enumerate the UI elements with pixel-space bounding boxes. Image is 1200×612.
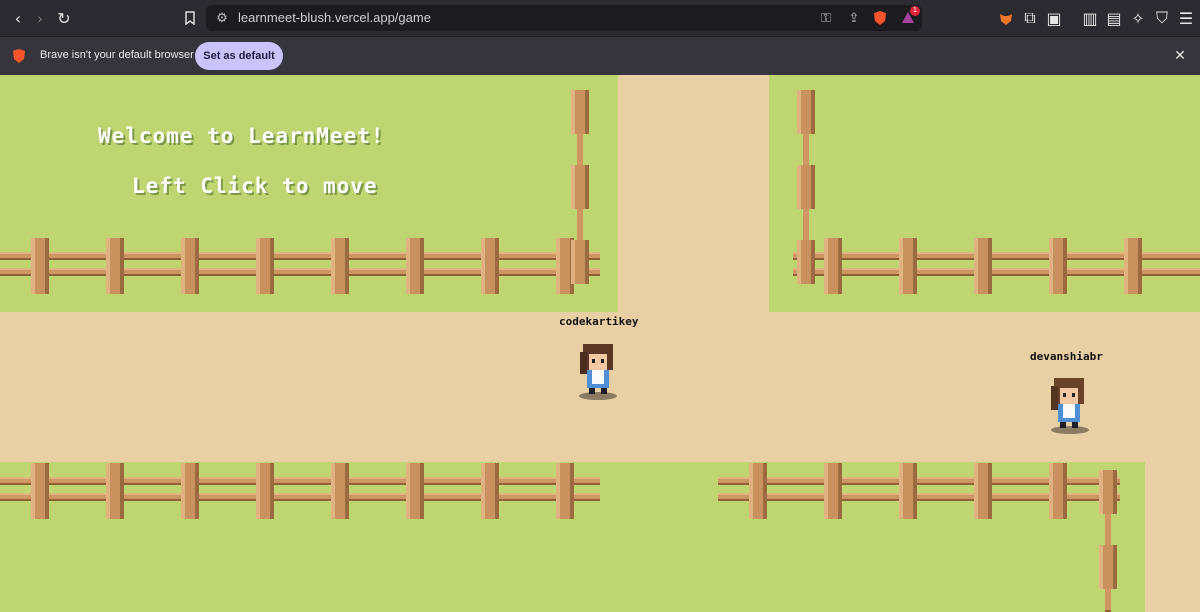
brave-shields-icon[interactable] xyxy=(870,8,890,28)
fence-post xyxy=(974,238,992,294)
brave-rewards-icon[interactable]: 1 xyxy=(898,6,920,28)
fence-rail xyxy=(0,268,600,276)
fence-post xyxy=(406,238,424,294)
browser-toolbar: ‹ › ↻ ⚙ learnmeet-blush.vercel.app/game … xyxy=(0,0,1200,37)
infobar-message: Brave isn't your default browser xyxy=(40,49,194,61)
fence-post xyxy=(824,238,842,294)
share-icon[interactable]: ⇪ xyxy=(844,8,864,28)
fence-post xyxy=(797,240,815,284)
close-icon[interactable]: ✕ xyxy=(1168,44,1192,68)
fence-post xyxy=(106,238,124,294)
wallet-fox-icon[interactable] xyxy=(994,6,1018,30)
brave-logo-icon xyxy=(12,48,26,69)
other-player-name: devanshiabr xyxy=(1030,350,1103,363)
address-bar[interactable]: ⚙ learnmeet-blush.vercel.app/game ⚿ ⇪ 1 xyxy=(206,5,922,31)
vpn-icon[interactable]: ⛉ xyxy=(1150,6,1174,30)
wallet-icon[interactable]: ▤ xyxy=(1102,6,1126,30)
fence-post xyxy=(899,463,917,519)
rewards-badge: 1 xyxy=(910,6,920,16)
fence-post xyxy=(974,463,992,519)
player-name: codekartikey xyxy=(559,315,639,328)
fence-post xyxy=(571,240,589,284)
fence-post xyxy=(181,463,199,519)
fence-post xyxy=(1099,470,1117,514)
tab-icon[interactable]: ▣ xyxy=(1042,6,1066,30)
back-icon[interactable]: ‹ xyxy=(6,6,30,30)
key-icon[interactable]: ⚿ xyxy=(816,8,836,28)
fence-post xyxy=(106,463,124,519)
sidebar-icon[interactable]: ▥ xyxy=(1078,6,1102,30)
other-player-avatar xyxy=(1046,372,1096,436)
player-avatar xyxy=(574,338,624,402)
fence-post xyxy=(1124,238,1142,294)
fence-post xyxy=(899,238,917,294)
fence-post xyxy=(1099,545,1117,589)
extensions-icon[interactable]: ⧉ xyxy=(1018,6,1042,30)
fence-post xyxy=(797,165,815,209)
fence-post xyxy=(256,238,274,294)
forward-icon[interactable]: › xyxy=(28,6,52,30)
site-settings-icon[interactable]: ⚙ xyxy=(212,8,232,28)
bookmark-icon[interactable] xyxy=(178,6,202,30)
url-text[interactable]: learnmeet-blush.vercel.app/game xyxy=(238,10,431,25)
hint-text: Left Click to move xyxy=(132,174,378,198)
fence-post xyxy=(331,463,349,519)
fence-post xyxy=(1049,463,1067,519)
game-canvas[interactable]: Welcome to LearnMeet! Left Click to move… xyxy=(0,75,1200,612)
fence-post xyxy=(181,238,199,294)
reload-icon[interactable]: ↻ xyxy=(52,6,76,30)
fence-rail xyxy=(0,252,600,260)
fence-post xyxy=(824,463,842,519)
fence-post xyxy=(31,238,49,294)
fence-post xyxy=(749,463,767,519)
fence-rail xyxy=(0,477,600,485)
fence-post xyxy=(406,463,424,519)
fence-post xyxy=(797,90,815,134)
fence-post xyxy=(571,90,589,134)
fence-post xyxy=(556,463,574,519)
fence-post xyxy=(481,238,499,294)
default-browser-infobar: Brave isn't your default browser Set as … xyxy=(0,37,1200,75)
menu-icon[interactable]: ☰ xyxy=(1174,6,1198,30)
fence-post xyxy=(1049,238,1067,294)
leo-ai-icon[interactable]: ✧ xyxy=(1126,6,1150,30)
fence-post xyxy=(481,463,499,519)
fence-post xyxy=(331,238,349,294)
set-as-default-button[interactable]: Set as default xyxy=(195,42,283,70)
fence-post xyxy=(256,463,274,519)
fence-post xyxy=(31,463,49,519)
fence-post xyxy=(571,165,589,209)
fence-rail xyxy=(0,493,600,501)
welcome-text: Welcome to LearnMeet! xyxy=(98,124,385,148)
